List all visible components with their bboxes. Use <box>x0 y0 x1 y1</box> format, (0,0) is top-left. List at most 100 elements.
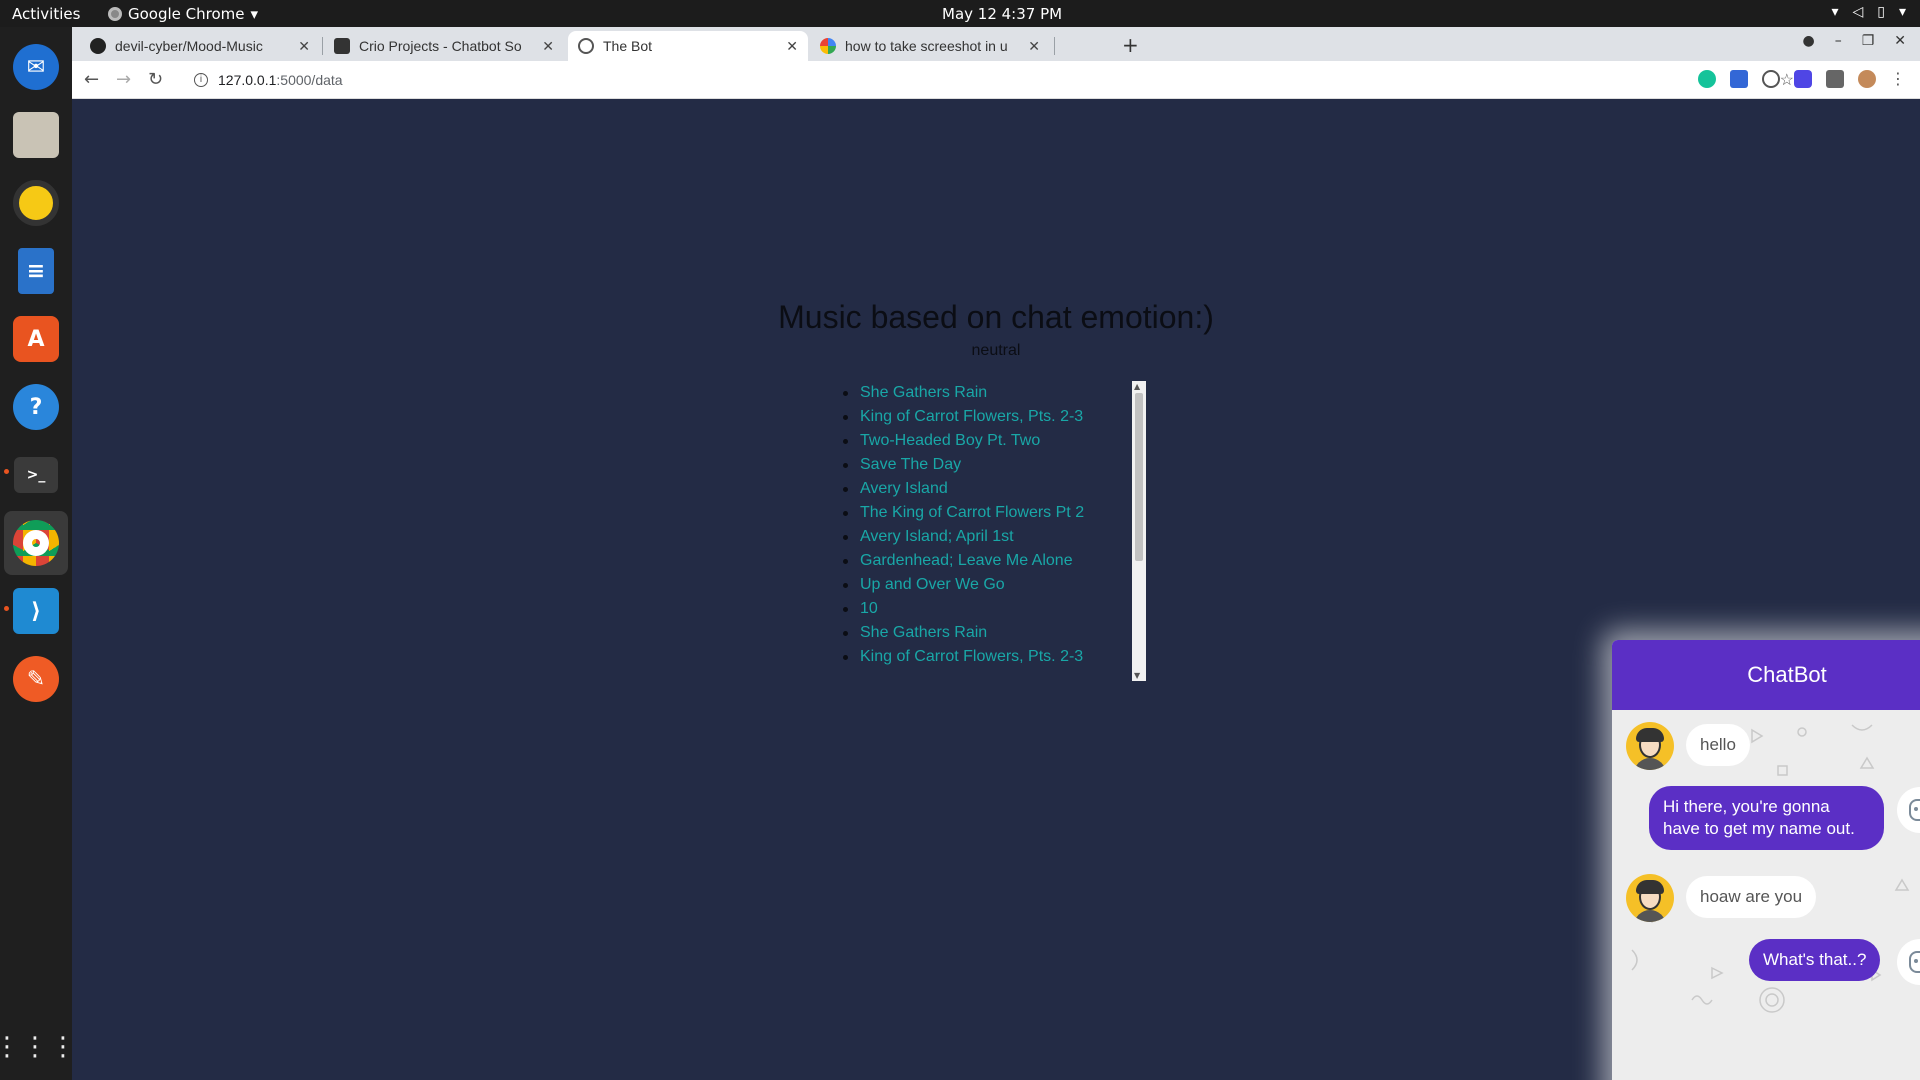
tab-crio-projects[interactable]: Crio Projects - Chatbot So ✕ <box>324 31 564 61</box>
dock-software[interactable]: A <box>4 307 68 371</box>
tab-search-icon[interactable]: ● <box>1802 33 1814 49</box>
user-message: hello <box>1686 724 1750 766</box>
activities-button[interactable]: Activities <box>12 5 80 23</box>
dock-files[interactable] <box>4 103 68 167</box>
site-info-icon[interactable]: i <box>194 73 208 87</box>
thunderbird-icon: ✉ <box>13 44 59 90</box>
vscode-icon: ⟩ <box>13 588 59 634</box>
url-host: 127.0.0.1 <box>218 72 277 88</box>
chrome-icon <box>108 7 122 21</box>
close-tab-icon[interactable]: ✕ <box>542 38 554 55</box>
song-link[interactable]: Save The Day <box>860 456 961 473</box>
song-item: Two-Headed Boy Pt. Two <box>840 429 1148 453</box>
emotion-label: neutral <box>971 342 1021 359</box>
dock: ✉ ≡ A ? >_ ⟩ ✎ ⋮⋮⋮ <box>0 27 76 1080</box>
song-link[interactable]: She Gathers Rain <box>860 384 987 401</box>
software-icon: A <box>13 316 59 362</box>
song-link[interactable]: She Gathers Rain <box>860 624 987 641</box>
song-item: Avery Island <box>840 477 1148 501</box>
grammarly-icon[interactable] <box>1698 69 1716 88</box>
reload-icon[interactable]: ↻ <box>148 69 163 90</box>
avatar-body <box>1634 910 1666 922</box>
app-menu[interactable]: Google Chrome ▾ <box>108 5 258 23</box>
dock-postman[interactable]: ✎ <box>4 647 68 711</box>
screen-capture-icon[interactable] <box>1794 69 1812 88</box>
tab-divider <box>322 37 323 55</box>
pen-extension-icon[interactable] <box>1730 69 1748 88</box>
song-link[interactable]: Two-Headed Boy Pt. Two <box>860 432 1040 449</box>
terminal-icon: >_ <box>14 457 58 493</box>
song-link[interactable]: 10 <box>860 600 878 617</box>
close-window-icon[interactable]: ✕ <box>1894 33 1906 49</box>
tab-the-bot[interactable]: The Bot ✕ <box>568 31 808 61</box>
song-link[interactable]: King of Carrot Flowers, Pts. 2-3 <box>860 408 1083 425</box>
system-tray[interactable]: ▾ ◁ ▯ ▾ <box>1831 4 1906 20</box>
tab-title: The Bot <box>603 38 653 54</box>
close-tab-icon[interactable]: ✕ <box>1028 38 1040 55</box>
extension-icon[interactable] <box>1762 69 1780 88</box>
dock-vscode[interactable]: ⟩ <box>4 579 68 643</box>
song-item: 10 <box>840 597 1148 621</box>
extensions-puzzle-icon[interactable] <box>1826 69 1844 88</box>
app-menu-label: Google Chrome <box>128 5 245 23</box>
show-applications-button[interactable]: ⋮⋮⋮ <box>0 1015 76 1079</box>
clock[interactable]: May 12 4:37 PM <box>942 5 1062 23</box>
tab-title: how to take screeshot in u <box>845 38 1008 54</box>
user-avatar <box>1626 874 1674 922</box>
dock-help[interactable]: ? <box>4 375 68 439</box>
scroll-down-icon[interactable]: ▼ <box>1134 671 1140 680</box>
tab-mood-music[interactable]: devil-cyber/Mood-Music ✕ <box>80 31 320 61</box>
chevron-down-icon: ▾ <box>250 5 259 23</box>
dock-rhythmbox[interactable] <box>4 171 68 235</box>
crio-icon <box>334 38 350 54</box>
song-item: Up and Over We Go <box>840 573 1148 597</box>
minimize-icon[interactable]: – <box>1835 33 1842 49</box>
chatbot-widget: ChatBot ✕ <box>1612 640 1920 1080</box>
apps-grid-icon: ⋮⋮⋮ <box>0 1031 78 1062</box>
scrollbar-thumb[interactable] <box>1135 393 1143 561</box>
bot-message: Hi there, you're gonna have to get my na… <box>1649 786 1884 850</box>
avatar-body <box>1634 758 1666 770</box>
bot-message: What's that..? <box>1749 939 1881 981</box>
avatar-hair <box>1636 880 1664 894</box>
song-list-scrollbar[interactable]: ▲ ▼ <box>1132 381 1146 681</box>
chatbot-title: ChatBot <box>1747 662 1827 687</box>
restore-icon[interactable]: ❐ <box>1862 33 1875 49</box>
song-link[interactable]: King of Carrot Flowers, Pts. 2-3 <box>860 648 1083 665</box>
dock-terminal[interactable]: >_ <box>4 443 68 507</box>
dock-writer[interactable]: ≡ <box>4 239 68 303</box>
tab-divider <box>1054 37 1055 55</box>
profile-avatar[interactable] <box>1858 69 1876 88</box>
volume-icon: ◁ <box>1852 4 1864 20</box>
system-top-bar: Activities Google Chrome ▾ May 12 4:37 P… <box>0 0 1920 27</box>
dock-chrome[interactable] <box>4 511 68 575</box>
song-link[interactable]: Avery Island; April 1st <box>860 528 1014 545</box>
page-content: Music based on chat emotion:) neutral Sh… <box>72 99 1920 1080</box>
tab-google-search[interactable]: how to take screeshot in u ✕ <box>810 31 1050 61</box>
tab-title: devil-cyber/Mood-Music <box>115 38 263 54</box>
forward-icon[interactable]: → <box>116 69 131 90</box>
song-link[interactable]: The King of Carrot Flowers Pt 2 <box>860 504 1084 521</box>
tab-strip: devil-cyber/Mood-Music ✕ Crio Projects -… <box>72 27 1920 61</box>
robot-icon <box>1909 799 1920 821</box>
song-list-container[interactable]: She Gathers Rain King of Carrot Flowers,… <box>840 381 1148 681</box>
address-bar[interactable]: i 127.0.0.1:5000/data ☆ <box>182 65 1802 95</box>
globe-icon <box>578 38 594 54</box>
menu-kebab-icon[interactable]: ⋮ <box>1890 69 1906 88</box>
avatar-hair <box>1636 728 1664 742</box>
new-tab-button[interactable]: + <box>1122 33 1139 57</box>
song-item: Save The Day <box>840 453 1148 477</box>
song-item: King of Carrot Flowers, Pts. 2-3 <box>840 645 1148 669</box>
close-tab-icon[interactable]: ✕ <box>786 38 798 55</box>
back-icon[interactable]: ← <box>84 69 99 90</box>
dock-thunderbird[interactable]: ✉ <box>4 35 68 99</box>
song-link[interactable]: Avery Island <box>860 480 948 497</box>
close-tab-icon[interactable]: ✕ <box>298 38 310 55</box>
scroll-up-icon[interactable]: ▲ <box>1134 382 1140 391</box>
song-link[interactable]: Gardenhead; Leave Me Alone <box>860 552 1073 569</box>
chatbot-header: ChatBot ✕ <box>1612 640 1920 710</box>
tab-title: Crio Projects - Chatbot So <box>359 38 522 54</box>
chat-messages[interactable]: hello Hi there, you're gonna have to get… <box>1612 710 1920 1080</box>
song-link[interactable]: Up and Over We Go <box>860 576 1005 593</box>
navigation-bar: ← → ↻ i 127.0.0.1:5000/data ☆ ⋮ <box>72 61 1920 99</box>
